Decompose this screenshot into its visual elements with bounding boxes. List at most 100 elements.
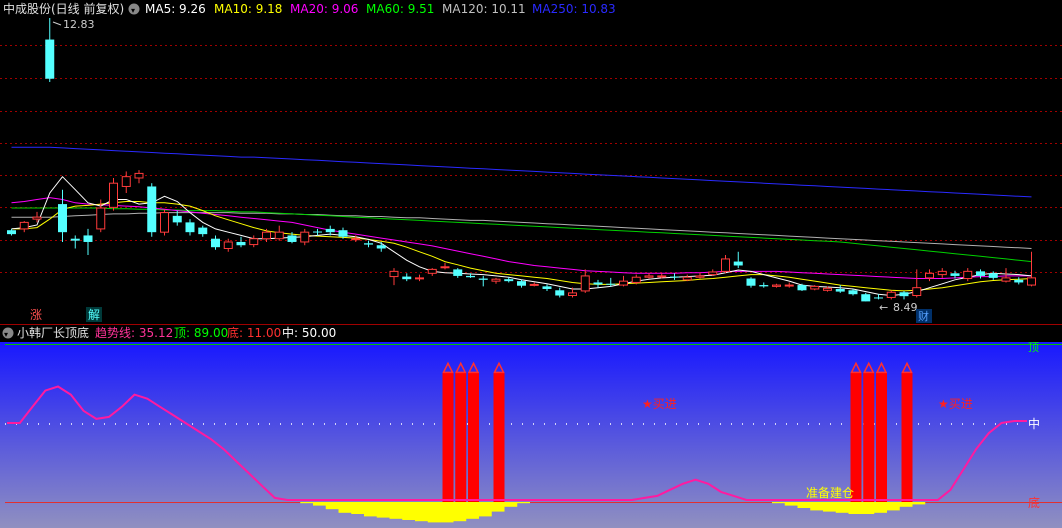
ma-legend-item: MA10: 9.18 [214,2,282,16]
candle [606,277,616,287]
accumulation-bar [325,502,339,510]
candle [1001,268,1011,283]
accumulation-bar [351,502,365,514]
buy-signal-bar [850,361,862,502]
candle [529,282,539,287]
candle [746,277,756,288]
candle [236,236,246,248]
accumulation-bar [491,502,505,512]
candle [58,189,67,242]
chevron-down-icon: ▾ [131,6,135,15]
candle [402,273,412,282]
ma250-line [11,146,1032,198]
candle [963,268,973,282]
ma-legend-item: MA5: 9.26 [145,2,206,16]
accumulation-bar [338,502,352,513]
accumulation-bar [453,502,467,522]
accumulation-bar [427,502,441,523]
candle [797,283,807,291]
candle [211,235,220,250]
candle [580,269,590,293]
accumulation-bar [478,502,492,517]
accumulation-bar [861,502,875,514]
candle [670,273,679,280]
accumulation-bar [313,502,326,506]
candle [109,177,118,211]
top-value-label: 顶: 89.00 [174,326,228,340]
buy-signal-bar [442,361,454,502]
accumulation-bar [835,502,849,513]
indicator-header: ▾ 小韩厂长顶底 趋势线: 35.12 顶: 89.00 底: 11.00 中:… [2,325,336,340]
candle [593,279,603,288]
candle [517,279,526,288]
candle [886,290,896,300]
candle [937,268,947,278]
candle [427,268,437,276]
candle [721,255,730,274]
accumulation-bar [364,502,377,517]
candle [542,284,552,291]
candle [160,209,169,236]
high-price-label: 12.83 [63,18,95,31]
axis-bottom-label: 底 [1028,495,1040,510]
candle [376,241,386,252]
stock-title: 中成股份(日线 前复权) [3,1,124,16]
accumulation-bar [899,502,913,507]
buy-signal-bar [467,361,480,502]
accumulation-bar [797,502,811,508]
accumulation-bar [376,502,390,518]
accumulation-bar [912,502,926,505]
candle [19,221,29,233]
candle [440,262,450,270]
accumulation-bar [440,502,454,523]
candle [644,273,654,279]
candle [619,275,628,287]
candle [389,268,399,286]
accumulation-bar [415,502,428,522]
candle [300,228,310,246]
trend-value-label: 趋势线: 35.12 [95,326,173,340]
bottom-value-label: 底: 11.00 [227,325,281,340]
accumulation-bar [784,502,798,506]
ma-legend-item: MA20: 9.06 [290,2,358,16]
axis-mid-label: 中 [1028,416,1040,431]
candle [134,170,144,184]
candle [83,228,93,256]
candle [364,240,373,248]
prepare-position-label: 准备建仓 [806,486,854,500]
buy-signal-bar [875,361,888,502]
accumulation-bar [886,502,900,511]
candle [695,272,705,279]
cai-marker: 财 [918,309,929,323]
candle [708,269,718,276]
mid-value-label: 中: 50.00 [282,325,336,340]
candlestick-series [7,18,1036,302]
buy-signal-bar [455,361,467,502]
candle [925,269,934,282]
jie-marker: 解 [88,308,100,322]
ma-legend-item: MA60: 9.51 [366,2,434,16]
candle [313,228,322,236]
candle [772,283,781,288]
candle [1027,251,1036,287]
candle [759,282,769,288]
ma-legend: MA5: 9.26 MA10: 9.18 MA20: 9.06 MA60: 9.51 M… [145,2,616,16]
candle [415,274,424,282]
zhang-marker: 涨 [30,307,42,322]
accumulation-bar [402,502,416,520]
accumulation-bar [772,502,785,504]
axis-top-label: 顶 [1028,341,1039,354]
buy-signal-label-1: ★买进 [642,397,677,411]
candle [631,274,641,285]
accumulation-bar [300,502,314,504]
stock-chart-window: 中成股份(日线 前复权) ▾ MA5: 9.26 MA10: 9.18 MA20: … [0,0,1062,528]
candle [7,228,16,236]
candle [555,287,565,298]
candle [45,18,55,82]
accumulation-bar [517,502,530,504]
chart-canvas: 中成股份(日线 前复权) ▾ MA5: 9.26 MA10: 9.18 MA20: … [0,1,1062,528]
low-pointer: ← [879,301,888,314]
accumulation-bar [823,502,836,512]
ma-legend-item: MA120: 10.11 [442,2,526,16]
candle [682,274,692,282]
